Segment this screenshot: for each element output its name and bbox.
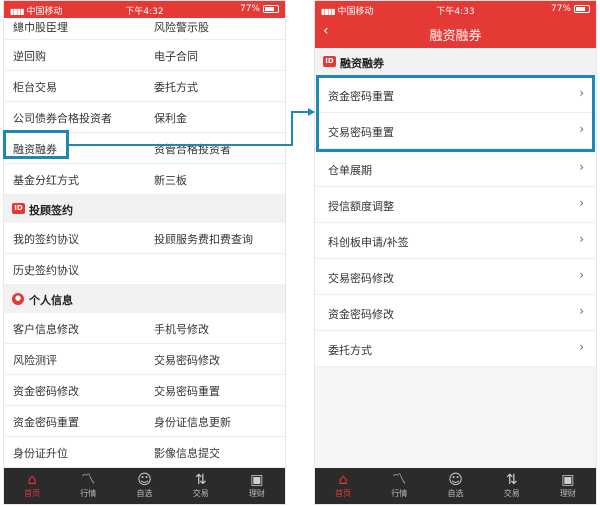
arrow-head-icon (308, 108, 315, 116)
connector-line (69, 111, 312, 146)
connector-arrow (69, 108, 315, 146)
